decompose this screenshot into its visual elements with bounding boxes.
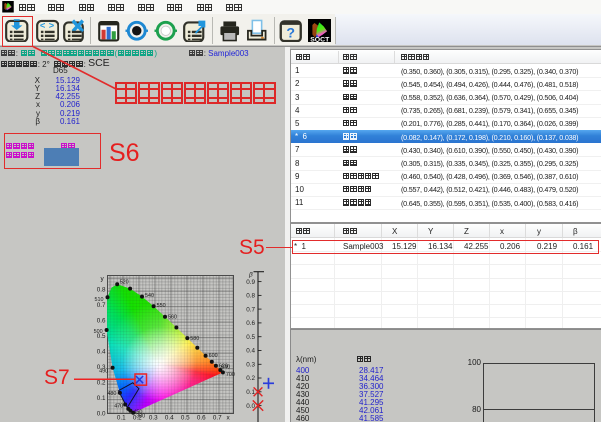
svg-text:0.3: 0.3 [246, 362, 255, 369]
svg-text:0.5: 0.5 [97, 333, 106, 340]
svg-text:0.2: 0.2 [246, 375, 255, 382]
svg-text:0.1: 0.1 [246, 389, 255, 396]
svg-text:0.9: 0.9 [246, 279, 255, 286]
svg-text:510: 510 [95, 297, 104, 303]
svg-text:0.1: 0.1 [97, 395, 106, 402]
svg-text:0.5: 0.5 [246, 334, 255, 341]
svg-text:0.2: 0.2 [133, 415, 142, 422]
svg-text:0.6: 0.6 [246, 320, 255, 327]
svg-text:0.0: 0.0 [246, 403, 255, 410]
svg-text:0.7: 0.7 [97, 302, 106, 309]
svg-text:?: ? [287, 25, 296, 41]
svg-text:>: > [49, 20, 55, 30]
svg-text:0.8: 0.8 [97, 287, 106, 294]
svg-text:0.0: 0.0 [97, 411, 106, 418]
svg-text:0.5: 0.5 [181, 415, 190, 422]
svg-text:0.7: 0.7 [213, 415, 222, 422]
svg-text:0.3: 0.3 [97, 364, 106, 371]
svg-text:y: y [101, 276, 105, 283]
svg-text:0.6: 0.6 [97, 318, 106, 325]
svg-text:380: 380 [136, 414, 145, 420]
svg-text:0.4: 0.4 [165, 415, 174, 422]
svg-text:0.1: 0.1 [117, 415, 126, 422]
svg-text:500: 500 [94, 329, 103, 335]
svg-text:0.8: 0.8 [246, 293, 255, 300]
svg-text:0.7: 0.7 [246, 306, 255, 313]
svg-text:0.2: 0.2 [97, 380, 106, 387]
svg-text:x: x [227, 415, 231, 422]
svg-text:β: β [248, 272, 253, 279]
svg-text:0.4: 0.4 [246, 348, 255, 355]
svg-text:SQCT: SQCT [310, 36, 330, 42]
svg-text:0.4: 0.4 [97, 349, 106, 356]
svg-text:0.3: 0.3 [149, 415, 158, 422]
svg-text:<: < [40, 20, 46, 30]
svg-text:0.6: 0.6 [197, 415, 206, 422]
